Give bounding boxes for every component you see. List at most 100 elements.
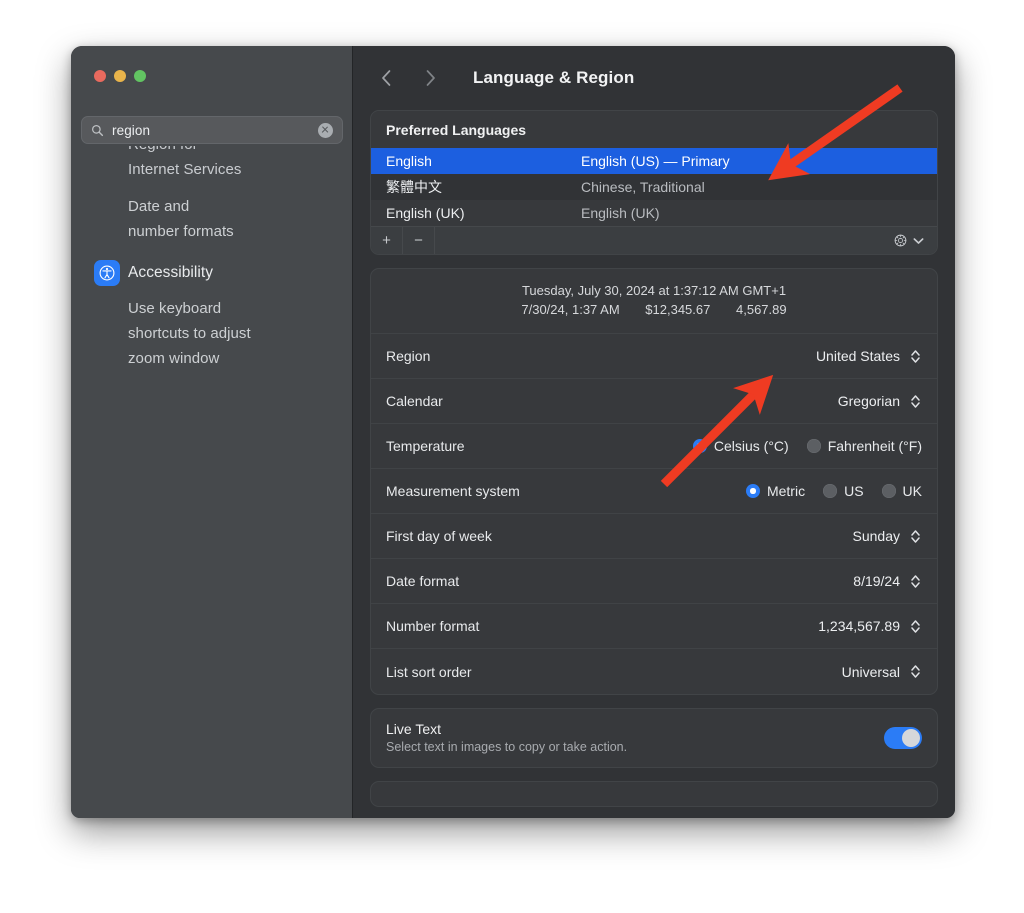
radio-indicator (745, 484, 760, 498)
radio-indicator (806, 439, 821, 453)
setting-row-temperature: Temperature Celsius (°C) Fahrenheit (°F) (371, 424, 937, 469)
popup-value: 8/19/24 (853, 573, 900, 589)
accessibility-icon (94, 260, 120, 286)
calendar-popup-button[interactable]: Gregorian (838, 393, 922, 409)
popup-value: Gregorian (837, 393, 900, 409)
language-description: English (US) — Primary (581, 153, 730, 169)
page-title: Language & Region (473, 68, 635, 87)
content-header: Language & Region (353, 46, 955, 110)
sidebar-result-zoom-shortcuts[interactable]: Use keyboard shortcuts to adjust zoom wi… (128, 296, 337, 371)
format-preview: Tuesday, July 30, 2024 at 1:37:12 AM GMT… (371, 269, 937, 334)
setting-row-region: Region United States (371, 334, 937, 379)
add-language-button[interactable]: + (371, 227, 403, 254)
popup-value: 1,234,567.89 (818, 618, 900, 634)
traffic-lights (94, 70, 146, 82)
stepper-icon (908, 529, 922, 544)
setting-row-measurement-system: Measurement system Metric US UK (371, 469, 937, 514)
popup-value: Sunday (852, 528, 900, 544)
settings-scroll-area[interactable]: Preferred Languages English English (US)… (353, 110, 955, 818)
setting-label: List sort order (386, 663, 472, 680)
sidebar-results-list[interactable]: Region for Internet Services Date and nu… (71, 146, 353, 818)
setting-label: Number format (386, 618, 480, 634)
radio-indicator (881, 484, 896, 498)
temperature-radio-group: Celsius (°C) Fahrenheit (°F) (692, 438, 922, 454)
list-sort-order-popup-button[interactable]: Universal (842, 664, 922, 680)
language-row-chinese-traditional[interactable]: 繁體中文 Chinese, Traditional (371, 174, 937, 200)
setting-label: Region (386, 348, 431, 364)
back-button[interactable] (373, 65, 399, 91)
preferred-languages-header: Preferred Languages (371, 111, 937, 148)
chevron-down-icon (913, 237, 924, 244)
radio-indicator (823, 484, 838, 498)
radio-label: UK (902, 483, 922, 499)
setting-label: First day of week (386, 528, 492, 544)
radio-indicator (692, 439, 707, 453)
preferred-languages-card: Preferred Languages English English (US)… (370, 110, 938, 255)
number-format-popup-button[interactable]: 1,234,567.89 (818, 618, 922, 634)
sidebar-result-date-number-formats[interactable]: Date and number formats (128, 194, 337, 244)
setting-row-list-sort-order: List sort order Universal (371, 649, 937, 694)
stepper-icon (908, 574, 922, 589)
live-text-toggle[interactable] (884, 726, 922, 749)
chevron-left-icon (381, 70, 390, 86)
search-icon (92, 124, 104, 136)
search-field[interactable]: region (81, 116, 343, 144)
stepper-icon (908, 349, 922, 364)
preview-short-date: 7/30/24, 1:37 AM (521, 302, 620, 317)
radio-label: Celsius (°C) (713, 438, 789, 454)
live-text-subtitle: Select text in images to copy or take ac… (386, 740, 628, 754)
language-name: English (UK) (386, 205, 465, 221)
language-options-menu-button[interactable] (893, 233, 937, 248)
close-button[interactable] (94, 70, 106, 82)
preview-currency: $12,345.67 (645, 302, 711, 317)
zoom-button[interactable] (134, 70, 146, 82)
chevron-right-icon (426, 70, 435, 86)
popup-value: Universal (841, 663, 900, 680)
radio-celsius[interactable]: Celsius (°C) (692, 438, 789, 454)
sidebar-group-accessibility[interactable]: Accessibility (94, 260, 337, 286)
live-text-labels: Live Text Select text in images to copy … (386, 721, 884, 754)
radio-us[interactable]: US (823, 483, 864, 499)
stepper-icon (908, 619, 922, 634)
date-format-popup-button[interactable]: 8/19/24 (853, 573, 922, 589)
stepper-icon (908, 394, 922, 409)
radio-uk[interactable]: UK (881, 483, 922, 499)
search-input-value[interactable]: region (112, 123, 318, 138)
language-row-english[interactable]: English English (US) — Primary (371, 148, 937, 174)
radio-label: Metric (766, 483, 806, 499)
live-text-card: Live Text Select text in images to copy … (370, 708, 938, 768)
toggle-knob (902, 728, 920, 747)
content-pane: Language & Region Preferred Languages En… (353, 46, 955, 818)
live-text-title: Live Text (386, 721, 441, 737)
sidebar-result-region-internet-services[interactable]: Region for Internet Services (128, 146, 337, 182)
setting-label: Measurement system (386, 483, 520, 499)
measurement-radio-group: Metric US UK (745, 483, 922, 499)
preview-samples: 7/30/24, 1:37 AM $12,345.67 4,567.89 (371, 300, 937, 320)
forward-button[interactable] (417, 65, 443, 91)
sidebar: region Region for Internet Services Date… (71, 46, 353, 818)
language-description: English (UK) (581, 205, 660, 221)
radio-metric[interactable]: Metric (745, 483, 806, 499)
stepper-icon (908, 664, 922, 679)
sidebar-group-label: Accessibility (128, 264, 214, 281)
radio-label: US (844, 483, 864, 499)
setting-row-calendar: Calendar Gregorian (371, 379, 937, 424)
language-name: 繁體中文 (386, 179, 442, 195)
next-card-partial (370, 781, 938, 807)
remove-language-button[interactable]: − (403, 227, 435, 254)
radio-label: Fahrenheit (°F) (827, 438, 922, 454)
minimize-button[interactable] (114, 70, 126, 82)
setting-label: Calendar (386, 393, 443, 409)
setting-row-first-day-of-week: First day of week Sunday (371, 514, 937, 559)
setting-label: Temperature (386, 438, 465, 454)
language-description: Chinese, Traditional (581, 179, 705, 195)
clear-search-icon[interactable] (318, 122, 333, 138)
first-day-popup-button[interactable]: Sunday (853, 528, 922, 544)
system-settings-window: region Region for Internet Services Date… (71, 46, 955, 818)
gear-icon (894, 234, 907, 247)
setting-row-date-format: Date format 8/19/24 (371, 559, 937, 604)
region-popup-button[interactable]: United States (816, 348, 922, 364)
radio-fahrenheit[interactable]: Fahrenheit (°F) (806, 438, 922, 454)
language-name: English (386, 153, 432, 169)
language-row-english-uk[interactable]: English (UK) English (UK) (371, 200, 937, 226)
